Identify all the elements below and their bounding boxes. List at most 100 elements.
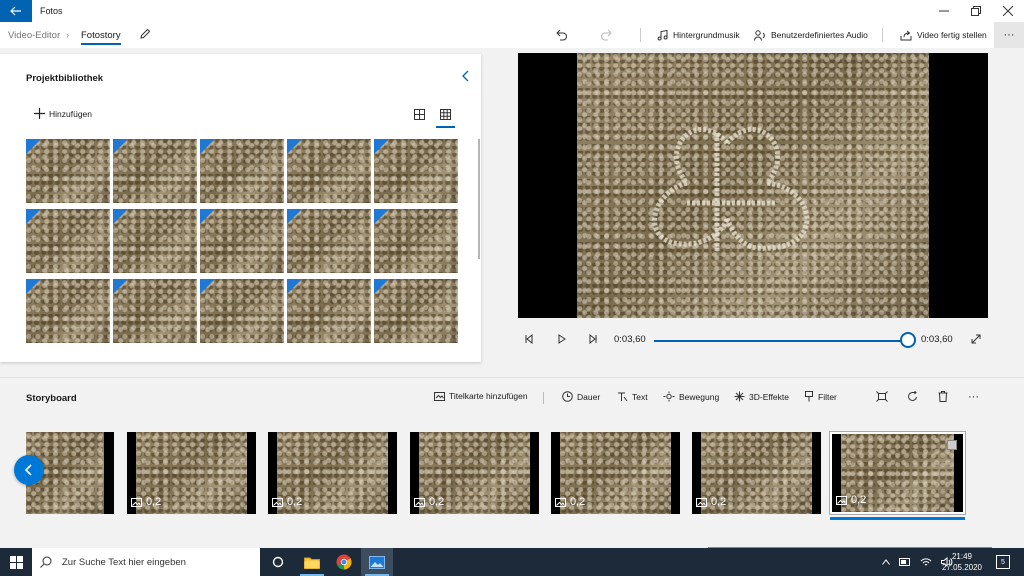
- start-button[interactable]: [0, 548, 32, 576]
- resize-icon: [876, 391, 888, 402]
- library-thumbnail[interactable]: [26, 279, 110, 343]
- library-scrollbar[interactable]: [478, 139, 480, 259]
- clip-duration-value: 0,2: [429, 496, 445, 508]
- storyboard-clip[interactable]: 0,2: [268, 432, 397, 514]
- library-thumbnail[interactable]: [287, 209, 371, 273]
- chrome-app[interactable]: [328, 548, 360, 576]
- chevron-left-icon: [24, 464, 32, 476]
- file-explorer-app[interactable]: [296, 548, 328, 576]
- clip-duration: 0,2: [131, 496, 161, 508]
- redo-button[interactable]: [600, 22, 613, 48]
- storyboard-title: Storyboard: [26, 393, 77, 404]
- library-thumbnail[interactable]: [200, 209, 284, 273]
- in-use-corner-marker: [200, 139, 215, 154]
- scroll-storyboard-left-button[interactable]: [14, 455, 44, 485]
- playback-controls: 0:03,60 0:03,60: [518, 330, 988, 352]
- seek-slider-thumb[interactable]: [900, 332, 916, 348]
- filter-button[interactable]: Filter: [804, 391, 837, 402]
- library-thumbnail[interactable]: [287, 139, 371, 203]
- library-thumbnail[interactable]: [287, 279, 371, 343]
- motion-icon: [663, 391, 675, 402]
- more-options-button[interactable]: ···: [994, 22, 1024, 48]
- minimize-icon: [939, 10, 949, 12]
- library-title: Projektbibliothek: [26, 73, 104, 84]
- breadcrumb-video-editor[interactable]: Video-Editor: [8, 22, 60, 48]
- network-icon[interactable]: [920, 557, 932, 567]
- total-time: 0:03,60: [921, 334, 953, 345]
- library-thumbnail[interactable]: [113, 279, 197, 343]
- clip-select-checkbox[interactable]: [947, 440, 957, 450]
- play-button[interactable]: [557, 334, 567, 346]
- library-thumbnail[interactable]: [26, 139, 110, 203]
- taskbar-search-box[interactable]: Zur Suche Text hier eingeben: [32, 548, 260, 576]
- motion-button[interactable]: Bewegung: [663, 391, 719, 402]
- maximize-button[interactable]: [960, 0, 992, 22]
- custom-audio-button[interactable]: Benutzerdefiniertes Audio: [754, 22, 868, 48]
- delete-button[interactable]: [938, 391, 948, 402]
- finish-video-label: Video fertig stellen: [917, 30, 987, 40]
- in-use-corner-marker: [26, 279, 41, 294]
- clip-duration-value: 0,2: [851, 494, 867, 506]
- restore-icon: [971, 6, 981, 16]
- seek-track[interactable]: [654, 340, 910, 342]
- in-use-corner-marker: [26, 209, 41, 224]
- chevron-up-icon[interactable]: [882, 559, 890, 565]
- undo-button[interactable]: [555, 22, 568, 48]
- small-thumbnails-view-button[interactable]: [436, 109, 455, 128]
- fullscreen-button[interactable]: [971, 334, 981, 346]
- filter-brush-icon: [805, 391, 813, 402]
- divider: [640, 28, 641, 42]
- text-icon: [618, 392, 628, 402]
- storyboard-clip[interactable]: 0,2: [829, 431, 966, 515]
- storyboard-clip[interactable]: 0,2: [551, 432, 680, 514]
- library-thumbnail[interactable]: [200, 139, 284, 203]
- add-media-button[interactable]: Hinzufügen: [34, 108, 92, 119]
- next-frame-button[interactable]: [588, 333, 598, 346]
- search-placeholder: Zur Suche Text hier eingeben: [62, 556, 186, 568]
- image-icon: [836, 495, 847, 505]
- library-thumbnail[interactable]: [200, 279, 284, 343]
- task-view-button[interactable]: [262, 548, 294, 576]
- rename-button[interactable]: [139, 28, 151, 42]
- storyboard-clip[interactable]: 0,2: [410, 432, 539, 514]
- collapse-library-button[interactable]: [461, 70, 471, 84]
- clock-date: 27.05.2020: [941, 563, 983, 572]
- add-media-label: Hinzufügen: [49, 108, 93, 119]
- library-thumbnail[interactable]: [374, 209, 458, 273]
- library-thumbnail[interactable]: [113, 139, 197, 203]
- previous-frame-button[interactable]: [524, 333, 534, 346]
- large-thumbnails-view-button[interactable]: [414, 109, 425, 122]
- storyboard-clip[interactable]: 0,2: [127, 432, 256, 514]
- image-icon: [555, 497, 566, 507]
- chevron-left-icon: [462, 70, 469, 82]
- close-button[interactable]: [992, 0, 1024, 22]
- duration-button[interactable]: Dauer: [562, 391, 600, 402]
- background-music-button[interactable]: Hintergrundmusik: [657, 22, 740, 48]
- clip-duration: 0,2: [272, 496, 302, 508]
- library-thumbnail[interactable]: [374, 139, 458, 203]
- rotate-icon: [908, 391, 917, 401]
- add-title-card-button[interactable]: Titelkarte hinzufügen: [434, 391, 528, 401]
- library-thumbnail[interactable]: [26, 209, 110, 273]
- taskbar-clock[interactable]: 21:49 27.05.2020: [940, 551, 984, 573]
- rotate-button[interactable]: [907, 391, 918, 402]
- finish-video-button[interactable]: Video fertig stellen: [900, 22, 987, 48]
- storyboard-clip[interactable]: 0,2: [692, 432, 821, 514]
- back-button[interactable]: [0, 0, 32, 22]
- text-button[interactable]: Text: [617, 391, 648, 402]
- storyboard-more-button[interactable]: ···: [968, 391, 979, 403]
- custom-audio-label: Benutzerdefiniertes Audio: [771, 30, 868, 40]
- trash-icon: [938, 391, 948, 402]
- command-bar: Video-Editor › Fotostory Hintergrundmusi…: [0, 22, 1024, 48]
- divider: [543, 392, 544, 404]
- photos-icon: [369, 555, 385, 569]
- battery-icon[interactable]: [899, 558, 911, 566]
- minimize-button[interactable]: [928, 0, 960, 22]
- 3d-effects-button[interactable]: 3D-Effekte: [734, 391, 789, 402]
- crop-resize-button[interactable]: [876, 391, 888, 402]
- library-thumbnail[interactable]: [374, 279, 458, 343]
- in-use-corner-marker: [200, 209, 215, 224]
- photos-app[interactable]: [361, 548, 393, 576]
- library-thumbnail[interactable]: [113, 209, 197, 273]
- action-center-button[interactable]: 5: [996, 555, 1010, 569]
